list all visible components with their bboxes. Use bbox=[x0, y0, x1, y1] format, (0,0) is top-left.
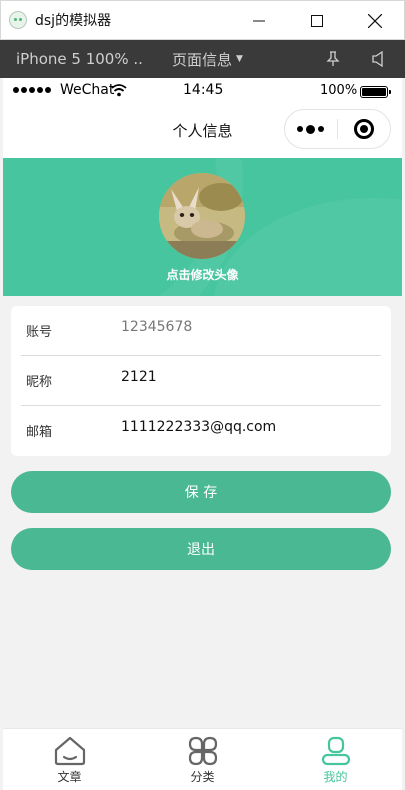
miniprogram-capsule bbox=[284, 109, 391, 149]
email-input[interactable]: 1111222333@qq.com bbox=[121, 419, 276, 435]
battery-icon bbox=[360, 86, 391, 98]
speaker-icon bbox=[372, 51, 383, 67]
email-row[interactable]: 邮箱 1111222333@qq.com bbox=[21, 406, 381, 456]
device-selector[interactable]: iPhone 5 100% ... bbox=[16, 50, 144, 68]
battery-percent: 100% bbox=[320, 83, 358, 98]
navigation-bar: 个人信息 bbox=[3, 104, 402, 158]
phone-screen: WeChat 14:45 100% 个人信息 点击修改头像 账号 1234567… bbox=[3, 78, 402, 790]
app-icon bbox=[9, 11, 27, 29]
close-icon bbox=[368, 14, 382, 28]
close-button[interactable] bbox=[346, 1, 404, 41]
email-label: 邮箱 bbox=[26, 425, 53, 440]
caret-down-icon: ▼ bbox=[236, 54, 243, 64]
status-time: 14:45 bbox=[183, 82, 224, 98]
tab-articles[interactable]: 文章 bbox=[3, 729, 136, 790]
home-icon bbox=[54, 736, 85, 766]
tab-mine-label: 我的 bbox=[323, 770, 348, 784]
profile-form-card: 账号 12345678 昵称 2121 邮箱 1111222333@qq.com bbox=[11, 306, 391, 456]
signal-icon bbox=[13, 87, 51, 93]
logout-button[interactable]: 退出 bbox=[11, 528, 391, 570]
maximize-button[interactable] bbox=[288, 1, 346, 41]
minimize-button[interactable] bbox=[230, 1, 288, 41]
more-button[interactable] bbox=[285, 124, 337, 134]
account-value: 12345678 bbox=[121, 319, 193, 335]
carrier-label: WeChat bbox=[60, 82, 115, 98]
person-icon bbox=[321, 736, 350, 766]
status-bar: WeChat 14:45 100% bbox=[3, 78, 402, 104]
tab-bar: 文章 分类 我的 bbox=[3, 728, 402, 790]
nickname-input[interactable]: 2121 bbox=[121, 369, 157, 385]
pin-button[interactable] bbox=[326, 51, 340, 67]
window-title: dsj的模拟器 bbox=[35, 13, 112, 29]
page-info-dropdown[interactable]: 页面信息 ▼ bbox=[172, 49, 243, 70]
minimize-icon bbox=[253, 20, 265, 22]
simulator-toolbar: iPhone 5 100% ... 页面信息 ▼ bbox=[0, 40, 405, 78]
nickname-label: 昵称 bbox=[26, 375, 53, 390]
account-label: 账号 bbox=[26, 325, 53, 340]
tab-articles-label: 文章 bbox=[57, 770, 82, 784]
capsule-close-button[interactable] bbox=[338, 119, 391, 139]
tab-category-label: 分类 bbox=[190, 770, 215, 784]
tab-category[interactable]: 分类 bbox=[136, 729, 269, 790]
page-info-label: 页面信息 bbox=[172, 50, 233, 69]
more-dots-icon bbox=[297, 124, 325, 134]
pin-icon bbox=[326, 51, 340, 66]
maximize-icon bbox=[311, 15, 323, 27]
tab-mine[interactable]: 我的 bbox=[269, 729, 402, 790]
wifi-icon bbox=[111, 84, 127, 97]
category-icon bbox=[188, 736, 217, 766]
avatar[interactable] bbox=[159, 173, 245, 259]
avatar-image bbox=[159, 173, 245, 259]
nickname-row[interactable]: 昵称 2121 bbox=[21, 356, 381, 406]
change-avatar-hint[interactable]: 点击修改头像 bbox=[3, 266, 402, 283]
mute-button[interactable] bbox=[371, 51, 385, 67]
account-row: 账号 12345678 bbox=[21, 306, 381, 356]
window-titlebar: dsj的模拟器 bbox=[0, 0, 405, 40]
save-button[interactable]: 保 存 bbox=[11, 471, 391, 513]
target-icon bbox=[353, 119, 374, 139]
profile-header: 点击修改头像 bbox=[3, 158, 402, 296]
